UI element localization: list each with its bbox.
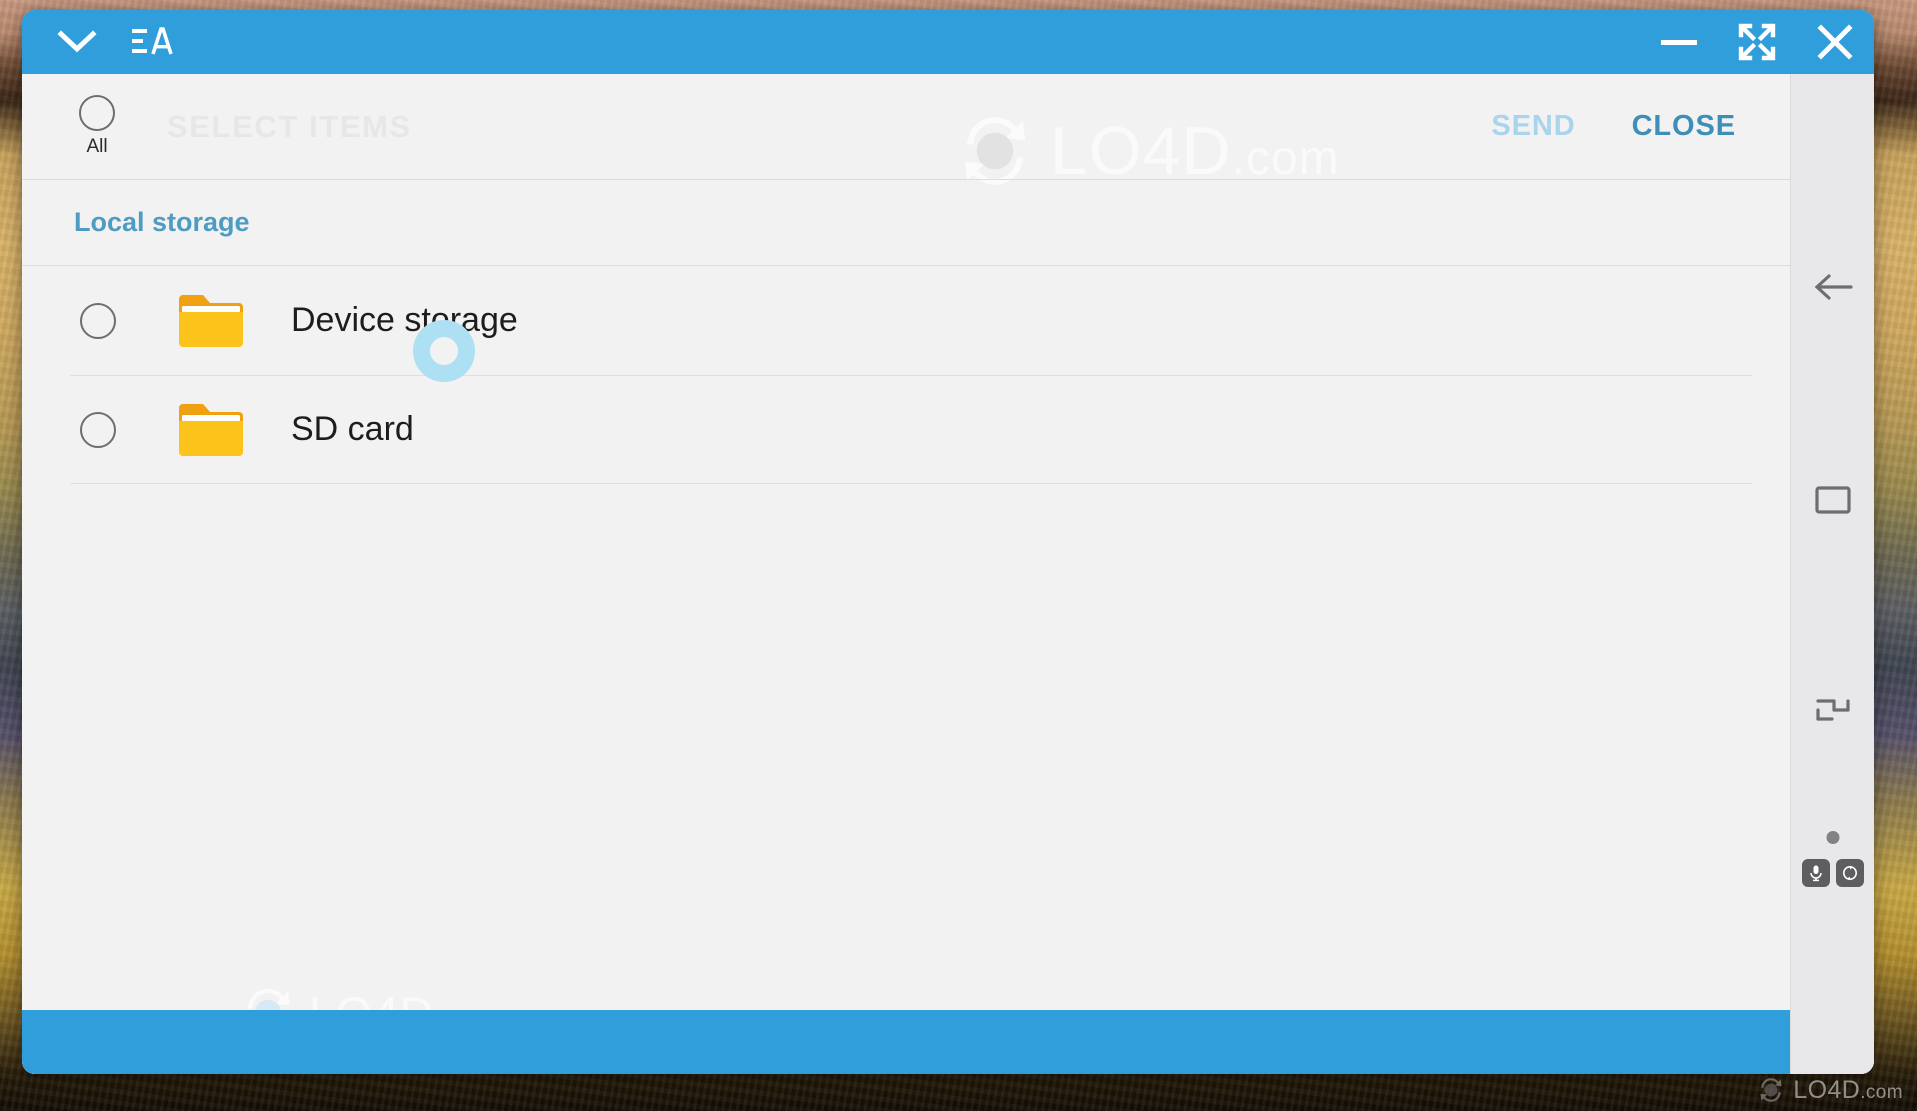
nav-back-button[interactable] — [1791, 270, 1874, 304]
app-window: LO4D.com All SELECT ITEMS SEND CLOSE Loc… — [22, 10, 1874, 1074]
recents-icon — [1816, 699, 1850, 721]
screen-rotate-glyph — [1842, 865, 1857, 881]
content-column: LO4D.com All SELECT ITEMS SEND CLOSE Loc… — [22, 74, 1790, 1074]
lo4d-logo-icon — [1760, 1078, 1782, 1102]
sort-alphabetical-glyph — [132, 27, 173, 55]
nav-home-button[interactable] — [1791, 482, 1874, 518]
maximize-icon — [1738, 23, 1776, 61]
title-bar — [22, 10, 1874, 74]
section-header: Local storage — [22, 180, 1790, 266]
desktop-watermark: LO4D.com — [1756, 1075, 1903, 1105]
close-window-button[interactable] — [1796, 10, 1874, 74]
microphone-icon[interactable] — [1801, 859, 1830, 887]
dot-icon — [1826, 831, 1839, 844]
close-icon — [1817, 24, 1853, 60]
minimize-icon — [1661, 40, 1697, 45]
file-list: Device storage SD card — [22, 266, 1790, 484]
chevron-down-glyph — [57, 30, 97, 53]
microphone-glyph — [1809, 865, 1822, 882]
window-body: LO4D.com All SELECT ITEMS SEND CLOSE Loc… — [22, 74, 1874, 1074]
arrow-left-icon — [1814, 274, 1853, 300]
select-all-label: All — [86, 136, 108, 157]
folder-icon — [179, 403, 243, 456]
chevron-down-icon[interactable] — [48, 10, 106, 74]
desktop-watermark-text: LO4D.com — [1793, 1075, 1903, 1104]
item-radio-icon[interactable] — [80, 302, 116, 339]
list-item-label: Device storage — [291, 301, 518, 339]
minimize-button[interactable] — [1640, 10, 1718, 74]
item-radio-icon[interactable] — [80, 411, 116, 448]
screen-rotate-icon[interactable] — [1835, 859, 1864, 887]
android-nav-sidebar — [1790, 74, 1874, 1074]
select-all-radio-icon[interactable] — [79, 95, 115, 131]
list-item-label: SD card — [291, 410, 414, 448]
nav-recents-button[interactable] — [1791, 694, 1874, 726]
folder-icon — [179, 294, 243, 347]
footer-bar — [22, 1010, 1790, 1074]
list-item[interactable]: Device storage — [22, 266, 1790, 375]
section-header-label: Local storage — [74, 207, 250, 237]
list-item[interactable]: SD card — [22, 375, 1790, 484]
close-button[interactable]: CLOSE — [1626, 100, 1742, 153]
action-bar: All SELECT ITEMS SEND CLOSE — [22, 74, 1790, 180]
select-all-control[interactable]: All — [55, 95, 139, 158]
maximize-button[interactable] — [1718, 10, 1796, 74]
page-title: SELECT ITEMS — [167, 108, 412, 144]
home-square-icon — [1815, 486, 1851, 514]
nav-extra-icons — [1801, 859, 1864, 887]
send-button[interactable]: SEND — [1485, 100, 1581, 153]
sort-alphabetical-icon[interactable] — [122, 10, 184, 74]
